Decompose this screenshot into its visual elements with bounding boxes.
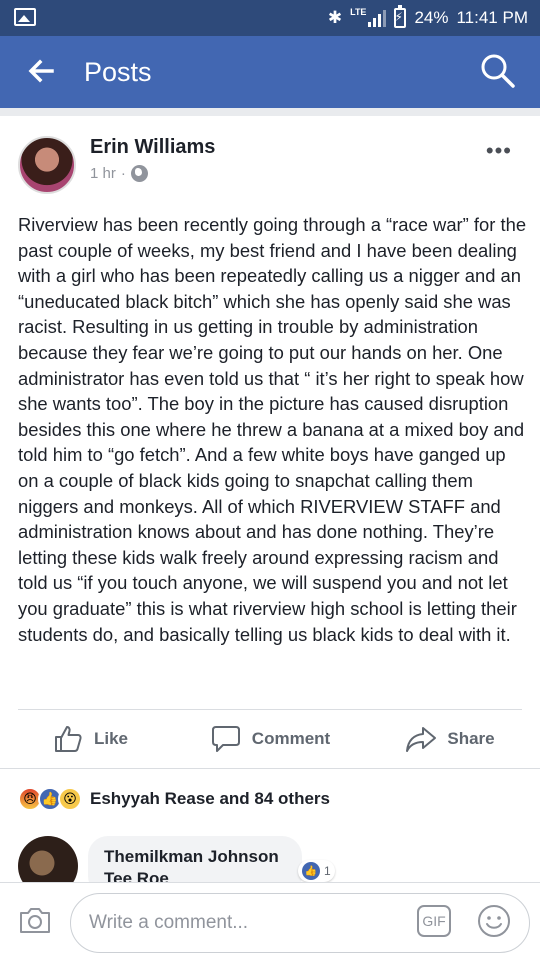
comment-button[interactable]: Comment [180,716,360,762]
post-author[interactable]: Erin Williams [90,136,215,159]
status-bar-right: ✱ LTE 24% 11:41 PM [328,0,528,36]
app-bar: Posts [0,36,540,108]
divider [18,709,522,710]
reactions-text: Eshyyah Rease and 84 others [90,789,331,808]
share-icon [406,727,437,752]
gif-icon[interactable]: GIF [417,905,451,937]
thumbs-up-icon [54,726,82,752]
comment-like-badge[interactable]: 👍 1 [298,860,335,882]
post-meta: 1 hr · [90,165,148,182]
battery-charging-icon [394,5,407,28]
post-actions: Like Comment Share [0,716,540,762]
author-avatar[interactable] [18,136,76,194]
globe-icon [130,165,148,182]
post-body: Riverview has been recently going throug… [18,214,527,645]
bluetooth-icon: ✱ [327,8,343,27]
network-type: LTE [350,7,367,17]
gallery-icon [14,8,36,26]
comment-author[interactable]: Themilkman Johnson [104,846,286,868]
like-label: Like [93,729,129,748]
post-time[interactable]: 1 hr [90,165,116,182]
reactions-summary[interactable]: 😠 👍 😮 Eshyyah Rease and 84 others [18,786,330,812]
emoji-icon[interactable] [476,903,512,939]
post-card: Erin Williams 1 hr · ••• Riverview has b… [0,116,540,960]
share-label: Share [447,729,495,748]
status-bar: ✱ LTE 24% 11:41 PM [0,0,540,36]
wow-reaction-icon: 😮 [58,787,82,811]
more-options-icon[interactable]: ••• [486,138,512,164]
comment-like-count: 1 [324,864,331,878]
page-title: Posts [84,57,152,87]
share-button[interactable]: Share [360,716,540,762]
signal-icon [368,9,387,27]
battery-level: 24% [414,8,449,27]
divider [0,768,540,769]
search-icon[interactable] [480,53,516,89]
clock: 11:41 PM [456,8,528,27]
meta-separator: · [120,165,126,182]
back-arrow-icon[interactable] [26,56,56,86]
comment-input[interactable]: Write a comment... [70,893,530,953]
like-button[interactable]: Like [0,716,180,762]
comment-composer: Write a comment... GIF [0,882,540,960]
camera-icon[interactable] [18,905,52,935]
like-reaction-icon: 👍 [302,862,320,880]
comment-icon [211,726,240,752]
comment-label: Comment [251,729,331,748]
